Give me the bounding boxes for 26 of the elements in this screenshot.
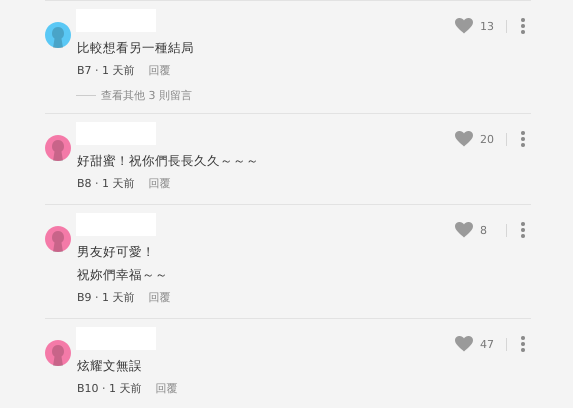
comment-text: 比較想看另一種結局 bbox=[76, 39, 195, 57]
reply-link[interactable]: 回覆 bbox=[148, 177, 171, 190]
more-options-icon[interactable] bbox=[520, 221, 526, 239]
like-count: 20 bbox=[480, 132, 495, 146]
comment-text: 炫耀文無誤 bbox=[76, 357, 143, 375]
like-count: 8 bbox=[480, 224, 488, 236]
comment-text: 祝妳們幸福～～ bbox=[76, 266, 169, 284]
floor-and-time: B9 · 1 天前 bbox=[77, 291, 135, 304]
more-options-icon[interactable] bbox=[520, 335, 526, 353]
like-heart-icon[interactable] bbox=[455, 222, 473, 238]
like-count: 47 bbox=[480, 338, 495, 350]
more-options-icon[interactable] bbox=[520, 17, 526, 35]
like-heart-icon[interactable] bbox=[455, 336, 473, 352]
reply-link[interactable]: 回覆 bbox=[148, 291, 171, 304]
reply-link[interactable]: 回覆 bbox=[156, 382, 178, 395]
more-options-icon[interactable] bbox=[520, 130, 526, 148]
like-heart-icon[interactable] bbox=[455, 131, 473, 147]
view-replies-link[interactable]: 查看其他 3 則留言 bbox=[101, 88, 192, 103]
like-count: 13 bbox=[480, 20, 495, 32]
reply-link[interactable]: 回覆 bbox=[148, 64, 171, 77]
comment-text: 男友好可愛！ bbox=[76, 243, 156, 261]
like-heart-icon[interactable] bbox=[455, 18, 473, 34]
floor-and-time: B8 · 1 天前 bbox=[77, 177, 135, 190]
floor-and-time: B10 · 1 天前 bbox=[77, 382, 142, 395]
comment-text: 好甜蜜！祝你們長長久久～～～ bbox=[76, 152, 260, 170]
floor-and-time: B7 · 1 天前 bbox=[77, 64, 135, 77]
